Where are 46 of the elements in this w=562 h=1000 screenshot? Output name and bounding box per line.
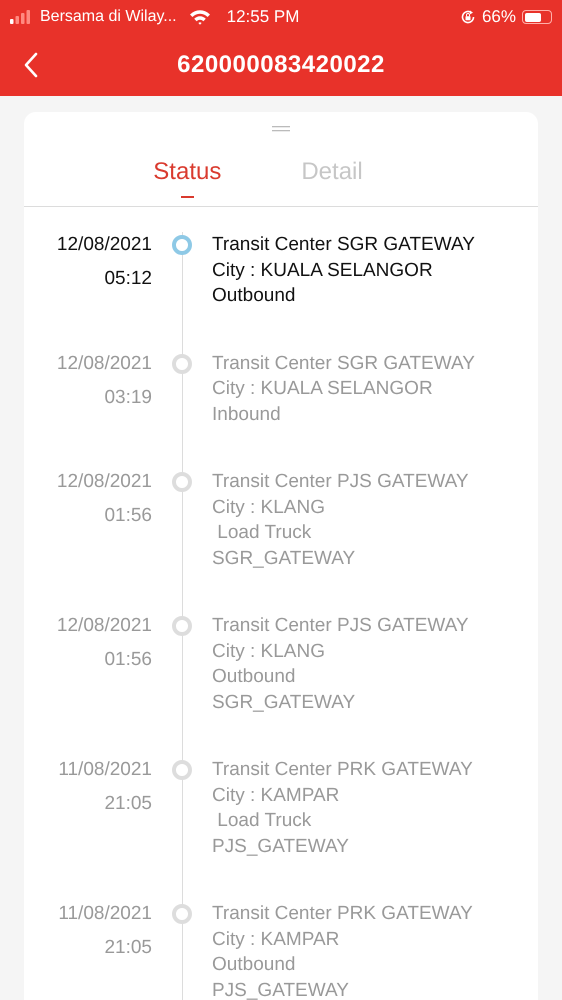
event-time: 05:12 (104, 267, 152, 291)
event-detail-line: Transit Center SGR GATEWAY (212, 233, 475, 257)
event-detail-line: City : KLANG (212, 640, 326, 664)
event-detail-line: City : KAMPAR (212, 784, 340, 808)
event-detail-line: SGR_GATEWAY (212, 546, 356, 570)
event-detail-line: Load Truck (216, 809, 312, 833)
event-detail-line: City : KUALA SELANGOR (212, 377, 434, 401)
wifi-icon (188, 9, 211, 25)
event-date: 11/08/2021 (58, 902, 152, 926)
event-date: 11/08/2021 (58, 758, 152, 782)
event-detail-line: Transit Center SGR GATEWAY (212, 352, 475, 376)
event-detail-line: Load Truck (216, 521, 312, 545)
event-time: 01:56 (104, 648, 152, 672)
battery-icon (522, 10, 552, 24)
event-detail-line: City : KUALA SELANGOR (212, 258, 434, 282)
event-date: 12/08/2021 (56, 233, 152, 257)
event-date: 12/08/2021 (56, 352, 152, 376)
event-detail-line: City : KLANG (212, 496, 326, 520)
rotation-lock-icon (460, 9, 476, 25)
event-detail-line: Outbound (212, 665, 296, 689)
event-detail-line: Outbound (212, 953, 296, 977)
event-detail-line: PJS_GATEWAY (212, 978, 350, 1000)
clock-time: 12:55 PM (226, 7, 300, 27)
back-icon[interactable] (24, 52, 38, 78)
tab[interactable]: Status (153, 158, 222, 186)
event-detail-line: Inbound (212, 402, 282, 426)
event-date: 12/08/2021 (56, 470, 152, 494)
event-detail-line: PJS_GATEWAY (212, 834, 350, 858)
event-detail-line: Transit Center PJS GATEWAY (212, 614, 469, 638)
carrier-name: Bersama di Wilay... (40, 8, 177, 26)
event-detail-line: Transit Center PRK GATEWAY (212, 902, 473, 926)
event-time: 21:05 (104, 792, 152, 816)
event-time: 21:05 (104, 936, 152, 960)
event-time: 03:19 (104, 386, 152, 410)
event-detail-line: SGR_GATEWAY (212, 690, 356, 714)
event-detail-line: Outbound (212, 284, 296, 308)
event-detail-line: Transit Center PJS GATEWAY (212, 470, 469, 494)
battery-percent: 66% (482, 7, 516, 27)
tab-indicator (180, 196, 194, 198)
event-detail-line: City : KAMPAR (212, 928, 340, 952)
signal-icon (10, 10, 32, 24)
drag-handle-icon[interactable] (272, 126, 290, 132)
event-detail-line: Transit Center PRK GATEWAY (212, 758, 473, 782)
event-time: 01:56 (104, 504, 152, 528)
event-date: 12/08/2021 (56, 614, 152, 638)
header-title: 620000083420022 (177, 51, 385, 79)
